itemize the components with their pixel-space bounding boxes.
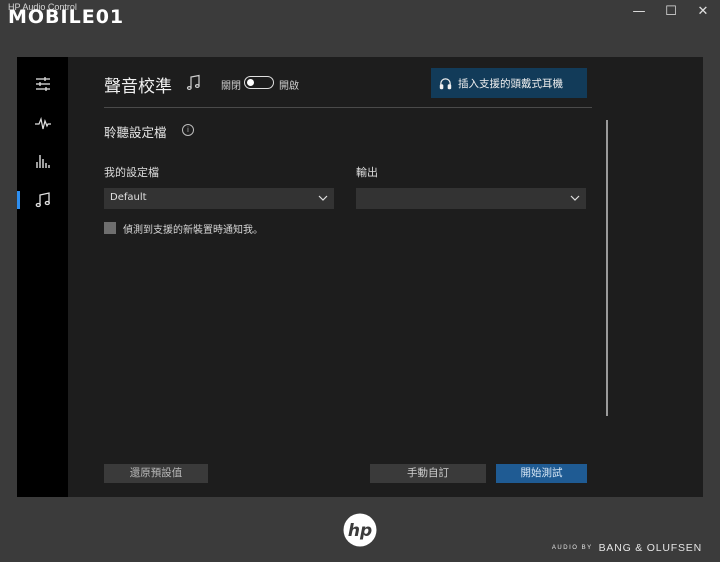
profile-select-value: Default: [110, 192, 147, 203]
equalizer-icon: [35, 155, 50, 168]
music-note-icon: [35, 192, 50, 208]
title-bar: HP Audio Control MOBILE01 — ☐ ✕: [0, 0, 720, 28]
waveform-icon: [34, 116, 51, 130]
header-divider: [104, 107, 592, 108]
section-title: 聆聽設定檔: [104, 125, 167, 140]
vertical-scrollbar[interactable]: [606, 120, 608, 416]
maximize-button[interactable]: ☐: [656, 3, 686, 21]
minimize-button[interactable]: —: [624, 3, 654, 21]
notify-checkbox[interactable]: [104, 222, 116, 234]
manual-customize-button[interactable]: 手動自訂: [370, 464, 486, 483]
profile-label: 我的設定檔: [104, 166, 159, 179]
headphones-icon: [439, 77, 452, 89]
start-test-button[interactable]: 開始測試: [496, 464, 587, 483]
sidebar-item-settings[interactable]: [17, 67, 68, 101]
info-icon[interactable]: i: [182, 124, 194, 136]
svg-text:hp: hp: [348, 521, 372, 541]
sidebar-item-waveform[interactable]: [17, 107, 68, 141]
music-note-icon: [186, 74, 200, 91]
notice-text: 插入支援的頭戴式耳機: [458, 77, 563, 90]
toggle-on-label: 開啟: [279, 81, 299, 92]
reset-defaults-button[interactable]: 還原預設值: [104, 464, 208, 483]
audio-by-label: AUDIO BY: [551, 544, 593, 551]
calibration-toggle[interactable]: [244, 76, 274, 89]
profile-select[interactable]: Default: [104, 188, 334, 209]
hp-logo: hp: [343, 513, 377, 547]
chevron-down-icon: [318, 195, 328, 201]
toggle-off-label: 關閉: [221, 81, 241, 92]
watermark-logo: MOBILE01: [8, 6, 125, 28]
sidebar-item-audio-calibration[interactable]: [17, 183, 68, 217]
sliders-icon: [35, 77, 50, 91]
page-title: 聲音校準: [104, 77, 172, 97]
chevron-down-icon: [570, 195, 580, 201]
close-button[interactable]: ✕: [688, 3, 718, 21]
main-content: 聲音校準 關閉 開啟 插入支援的頭戴式耳機 聆聽設定檔 i 我的設定檔 Defa…: [68, 57, 703, 497]
headphone-notice: 插入支援的頭戴式耳機: [431, 68, 587, 98]
output-label: 輸出: [356, 166, 378, 179]
toggle-knob: [247, 78, 254, 86]
brand-label: AUDIO BY BANG & OLUFSEN: [552, 539, 702, 557]
sidebar: [17, 57, 68, 497]
notify-checkbox-label: 偵測到支援的新裝置時通知我。: [123, 225, 263, 236]
output-select[interactable]: [356, 188, 586, 209]
brand-name: BANG & OLUFSEN: [598, 541, 702, 554]
app-panel: 聲音校準 關閉 開啟 插入支援的頭戴式耳機 聆聽設定檔 i 我的設定檔 Defa…: [17, 57, 703, 497]
sidebar-item-equalizer[interactable]: [17, 144, 68, 178]
